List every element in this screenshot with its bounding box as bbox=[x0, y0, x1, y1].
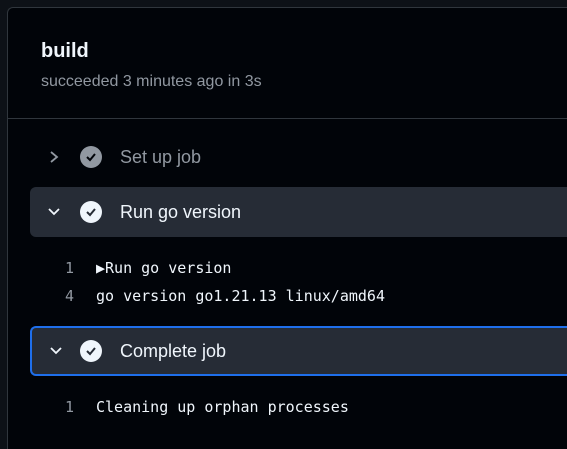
log-line[interactable]: 4 go version go1.21.13 linux/amd64 bbox=[8, 287, 385, 305]
chevron-right-icon bbox=[44, 150, 64, 164]
job-header: build succeeded 3 minutes ago in 3s bbox=[8, 8, 567, 119]
log-line[interactable]: 1 Cleaning up orphan processes bbox=[8, 398, 349, 416]
log-text: Cleaning up orphan processes bbox=[96, 398, 349, 416]
line-number[interactable]: 1 bbox=[8, 259, 96, 277]
check-circle-icon bbox=[80, 146, 102, 168]
job-status: succeeded 3 minutes ago in 3s bbox=[41, 73, 262, 90]
step-complete-job[interactable]: Complete job bbox=[30, 326, 567, 376]
line-number[interactable]: 1 bbox=[8, 398, 96, 416]
log-line[interactable]: 1 ▶Run go version bbox=[8, 259, 232, 277]
log-text: go version go1.21.13 linux/amd64 bbox=[96, 287, 385, 305]
chevron-down-icon bbox=[44, 206, 64, 218]
step-label: Run go version bbox=[120, 201, 242, 222]
step-label: Set up job bbox=[120, 146, 202, 167]
check-circle-icon bbox=[80, 201, 102, 223]
job-title: build bbox=[41, 40, 89, 62]
job-panel: build succeeded 3 minutes ago in 3s Set … bbox=[7, 7, 567, 449]
check-circle-icon bbox=[80, 340, 102, 362]
step-label: Complete job bbox=[120, 340, 227, 361]
line-number[interactable]: 4 bbox=[8, 287, 96, 305]
log-text: ▶Run go version bbox=[96, 259, 232, 277]
step-run-go-version[interactable]: Run go version bbox=[30, 187, 567, 237]
chevron-down-icon bbox=[46, 345, 66, 357]
step-set-up-job[interactable]: Set up job bbox=[30, 132, 567, 182]
